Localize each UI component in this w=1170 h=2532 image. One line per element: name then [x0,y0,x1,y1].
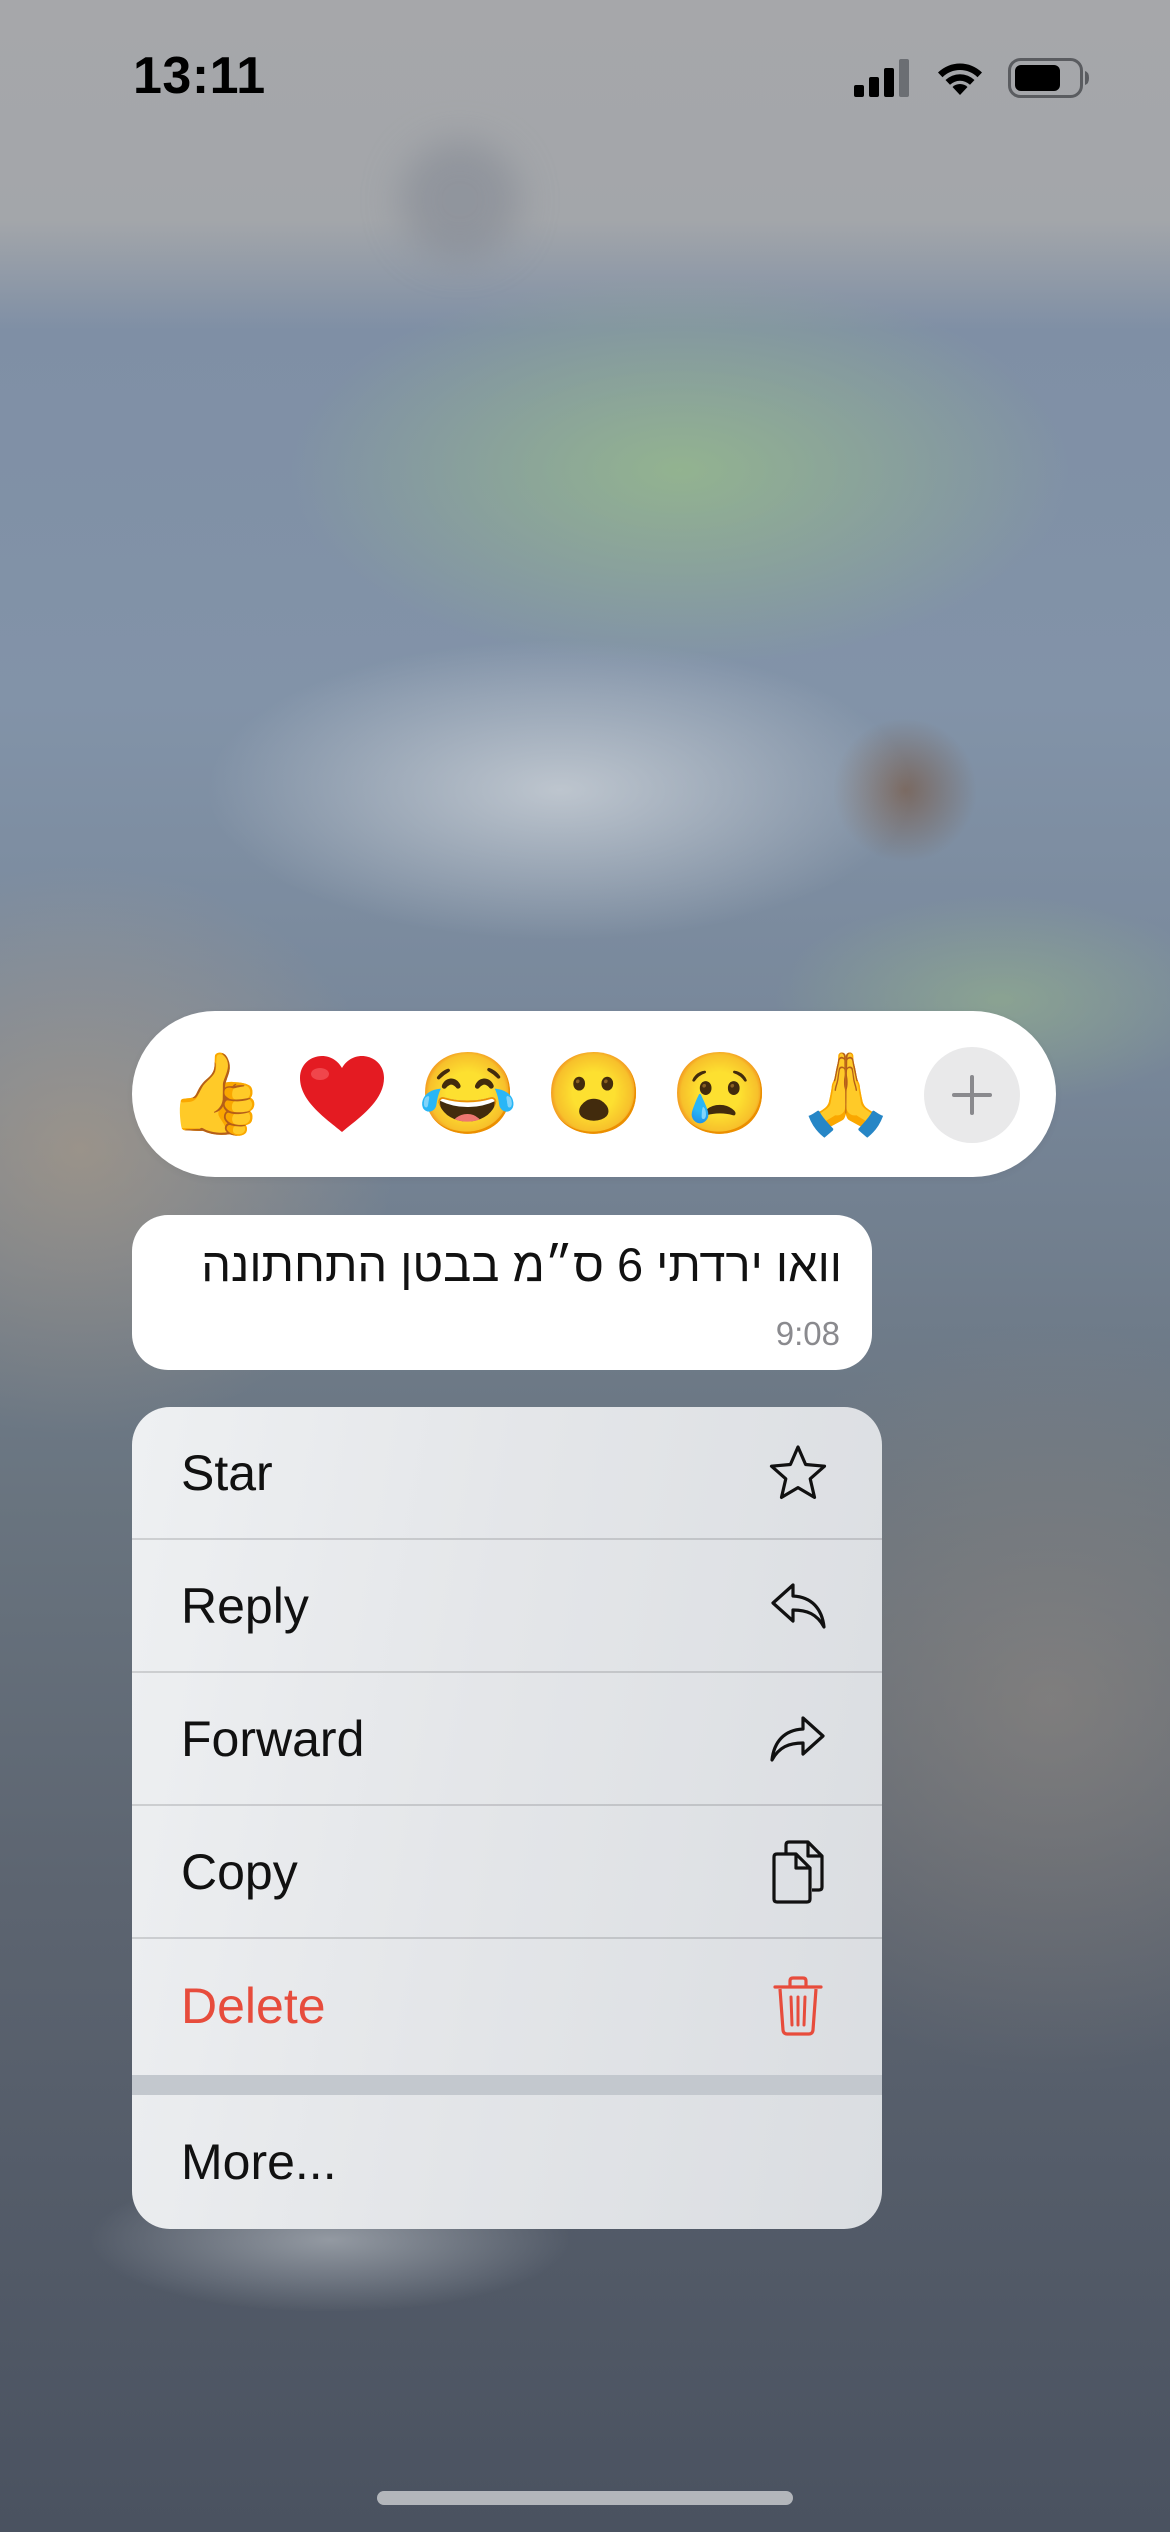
battery-icon [1008,58,1090,103]
menu-item-label: Star [181,1444,273,1501]
cellular-signal-icon [854,59,912,102]
menu-item-label: Delete [181,1977,326,2034]
reaction-bar: 👍 😂 😮 😢 🙏 [132,1011,1056,1177]
forward-arrow-icon [766,1707,830,1771]
menu-item-more[interactable]: More... [132,2095,882,2228]
reaction-crying[interactable]: 😢 [670,1044,770,1144]
menu-item-delete[interactable]: Delete [132,1939,882,2072]
heart-icon [300,1056,384,1132]
reaction-heart[interactable] [292,1044,392,1144]
home-indicator[interactable] [377,2491,793,2505]
reaction-pray[interactable]: 🙏 [796,1044,896,1144]
reaction-surprised[interactable]: 😮 [544,1044,644,1144]
reaction-thumbs-up[interactable]: 👍 [166,1044,266,1144]
more-reactions-button[interactable] [924,1047,1020,1143]
menu-item-label: More... [181,2133,337,2190]
status-icons [854,58,1090,103]
copy-icon [766,1839,830,1904]
menu-item-star[interactable]: Star [132,1407,882,1540]
menu-item-copy[interactable]: Copy [132,1806,882,1939]
trash-icon [766,1974,830,2038]
blurred-header-avatar [400,140,520,260]
message-time: 9:08 [775,1315,840,1352]
reaction-tears-of-joy[interactable]: 😂 [418,1044,518,1144]
status-time: 13:11 [133,47,266,105]
menu-item-label: Reply [181,1577,309,1634]
wifi-icon [934,59,986,102]
menu-item-reply[interactable]: Reply [132,1540,882,1673]
menu-item-forward[interactable]: Forward [132,1673,882,1806]
message-bubble[interactable]: וואו ירדתי 6 ס״מ בבטן התחתונה 9:08 [132,1215,872,1370]
star-icon [766,1441,830,1505]
menu-group-separator [132,2075,882,2095]
reply-arrow-icon [766,1574,830,1638]
menu-item-label: Copy [181,1843,298,1900]
message-text: וואו ירדתי 6 ס״מ בבטן התחתונה [201,1238,842,1291]
message-context-menu: Star Reply Forward Copy Delete More... [132,1407,882,2229]
menu-item-label: Forward [181,1710,365,1767]
plus-icon [952,1075,992,1115]
status-bar: 13:11 [0,0,1170,150]
